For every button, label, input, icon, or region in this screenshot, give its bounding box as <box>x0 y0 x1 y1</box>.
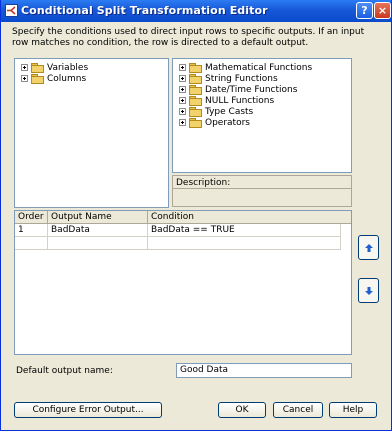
column-header-order[interactable]: Order <box>15 211 48 224</box>
transformation-icon <box>5 4 18 17</box>
folder-icon <box>189 74 202 84</box>
column-header-condition[interactable]: Condition <box>148 211 351 224</box>
window-title: Conditional Split Transformation Editor <box>21 4 268 17</box>
new-row-cell-condition[interactable] <box>148 237 341 250</box>
configure-error-output-button[interactable]: Configure Error Output... <box>14 402 162 418</box>
folder-icon <box>189 96 202 106</box>
folder-icon <box>189 118 202 128</box>
new-row-cell-order[interactable] <box>15 237 48 250</box>
cancel-button[interactable]: Cancel <box>273 402 323 418</box>
cell-condition[interactable]: BadData == TRUE <box>148 224 341 237</box>
tree-item-variables[interactable]: Variables <box>21 63 88 74</box>
tree-item-mathematical-functions[interactable]: Mathematical Functions <box>179 63 312 74</box>
tree-item-label: Operators <box>205 118 250 128</box>
title-close-button[interactable]: × <box>374 2 391 19</box>
arrow-down-icon <box>365 287 373 295</box>
description-text: Specify the conditions used to direct in… <box>12 27 365 48</box>
tree-item-label: String Functions <box>205 74 278 84</box>
folder-icon <box>31 74 44 84</box>
folder-icon <box>189 107 202 117</box>
cell-output-name[interactable]: BadData <box>48 224 148 237</box>
ok-button[interactable]: OK <box>218 402 266 418</box>
cell-order[interactable]: 1 <box>15 224 48 237</box>
divider <box>173 188 351 189</box>
tree-item-type-casts[interactable]: Type Casts <box>179 107 253 118</box>
functions-tree[interactable]: Mathematical Functions String Functions … <box>172 58 352 173</box>
conditions-grid[interactable]: Order Output Name Condition 1 BadData Ba… <box>14 210 352 355</box>
column-header-output-name[interactable]: Output Name <box>48 211 148 224</box>
default-output-name-input[interactable]: Good Data <box>176 363 352 378</box>
expand-icon[interactable] <box>179 75 186 82</box>
title-help-button[interactable]: ? <box>356 2 373 19</box>
description-label: Description: <box>176 178 231 188</box>
tree-item-operators[interactable]: Operators <box>179 118 250 129</box>
tree-item-label: Type Casts <box>205 107 254 117</box>
dialog-window: Conditional Split Transformation Editor … <box>0 0 392 431</box>
expand-icon[interactable] <box>179 108 186 115</box>
tree-item-label: Columns <box>47 74 87 84</box>
folder-icon <box>31 63 44 73</box>
expand-icon[interactable] <box>179 86 186 93</box>
tree-item-string-functions[interactable]: String Functions <box>179 74 278 85</box>
description-panel: Description: <box>172 175 352 207</box>
tree-item-label: Variables <box>47 63 89 73</box>
tree-item-null-functions[interactable]: NULL Functions <box>179 96 274 107</box>
tree-item-date-time-functions[interactable]: Date/Time Functions <box>179 85 297 96</box>
expand-icon[interactable] <box>179 64 186 71</box>
expand-icon[interactable] <box>21 75 28 82</box>
move-up-button[interactable] <box>358 235 379 260</box>
expand-icon[interactable] <box>179 119 186 126</box>
help-button[interactable]: Help <box>329 402 377 418</box>
folder-icon <box>189 85 202 95</box>
tree-item-label: Date/Time Functions <box>205 85 298 95</box>
variables-columns-tree[interactable]: Variables Columns <box>14 58 169 208</box>
title-bar[interactable]: Conditional Split Transformation Editor … <box>1 0 391 22</box>
expand-icon[interactable] <box>21 64 28 71</box>
new-row-cell-output-name[interactable] <box>48 237 148 250</box>
folder-icon <box>189 63 202 73</box>
expand-icon[interactable] <box>179 97 186 104</box>
arrow-up-icon <box>365 244 373 252</box>
tree-item-label: Mathematical Functions <box>205 63 313 73</box>
tree-item-label: NULL Functions <box>205 96 275 106</box>
move-down-button[interactable] <box>358 278 379 303</box>
default-output-label: Default output name: <box>16 366 113 376</box>
tree-item-columns[interactable]: Columns <box>21 74 86 85</box>
